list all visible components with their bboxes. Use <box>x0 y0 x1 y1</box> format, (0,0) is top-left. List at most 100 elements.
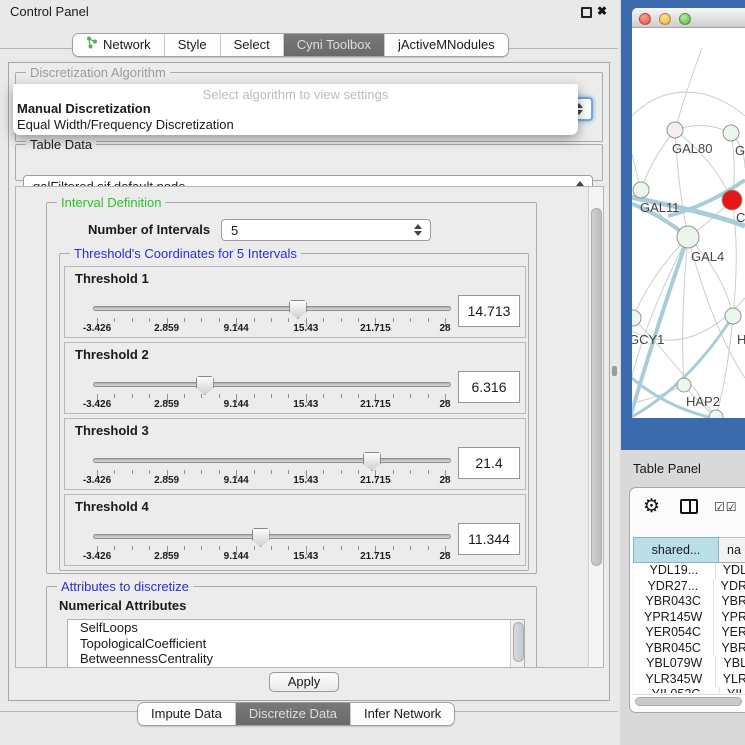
list-scrollbar-thumb[interactable] <box>513 622 524 662</box>
table-row[interactable]: YPR145WYPR1 <box>633 610 745 626</box>
attribute-list-item[interactable]: SelfLoops <box>68 620 524 636</box>
node-right-mid[interactable] <box>725 308 741 324</box>
network-canvas[interactable]: GAL80GACGAL11GAL4GCY1HHAP2 <box>632 28 745 418</box>
tick-mark <box>184 470 185 474</box>
table-row[interactable]: YLR345WYLR3 <box>633 672 745 688</box>
close-icon[interactable]: ✖ <box>597 4 607 18</box>
threshold-value-field[interactable]: 6.316 <box>458 371 520 403</box>
horizontal-scrollbar-thumb[interactable] <box>635 697 742 706</box>
table-cell[interactable]: YLR345W <box>633 672 715 688</box>
tab-network[interactable]: Network <box>73 34 164 56</box>
control-panel: Control Panel ✖ Network Style Select Cyn… <box>0 0 620 745</box>
zoom-traffic-light-icon[interactable] <box>679 13 691 25</box>
checkbox-columns-icon[interactable]: ☑☑ <box>714 500 738 514</box>
tick-mark <box>428 318 429 322</box>
control-panel-titlebar: Control Panel ✖ <box>0 0 620 24</box>
table-row[interactable]: YBL079WYBL0 <box>633 656 745 672</box>
table-cell[interactable]: YBL0 <box>715 656 745 672</box>
threshold-value-field[interactable]: 21.4 <box>458 447 520 479</box>
slider: -3.4262.8599.14415.4321.71528 <box>97 267 445 337</box>
tick-mark <box>358 546 359 550</box>
tick-mark <box>254 318 255 322</box>
number-of-intervals-combobox[interactable]: 5 <box>221 219 431 241</box>
slider-tick-labels: -3.4262.8599.14415.4321.71528 <box>97 323 445 336</box>
table-cell[interactable]: YLR3 <box>715 672 745 688</box>
split-divider-handle[interactable] <box>612 366 617 376</box>
table-row[interactable]: YBR043CYBR0 <box>633 594 745 610</box>
table-cell[interactable]: YDR27... <box>633 579 713 595</box>
node-gcy1[interactable] <box>632 310 641 326</box>
tick-mark <box>393 470 394 474</box>
settings-scrollbar[interactable] <box>588 187 603 667</box>
table-cell[interactable]: YBR0 <box>713 641 745 657</box>
table-panel-title: Table Panel <box>633 461 701 476</box>
tab-jactivemnodules[interactable]: jActiveMNodules <box>384 34 508 56</box>
slider-thumb[interactable] <box>363 452 381 471</box>
dropdown-option-manual-discretization[interactable]: Manual Discretization <box>15 101 151 116</box>
gear-icon[interactable]: ⚙ <box>643 495 660 518</box>
slider-tick-labels: -3.4262.8599.14415.4321.71528 <box>97 475 445 488</box>
slider-thumb[interactable] <box>252 528 270 547</box>
close-traffic-light-icon[interactable] <box>639 13 651 25</box>
network-icon <box>86 34 98 56</box>
table-cell[interactable]: YDL1 <box>715 563 745 579</box>
table-cell[interactable]: YDR2 <box>713 579 745 595</box>
attribute-list-item[interactable]: TopologicalCoefficient <box>68 636 524 652</box>
horizontal-scrollbar[interactable] <box>633 694 745 708</box>
tick-label: 2.859 <box>154 399 179 410</box>
attribute-list-item[interactable]: BetweennessCentrality <box>68 651 524 667</box>
tab-label: Select <box>234 34 270 56</box>
network-window-titlebar[interactable] <box>632 8 745 28</box>
settings-scrollbar-thumb[interactable] <box>591 208 602 566</box>
tab-cyni-toolbox[interactable]: Cyni Toolbox <box>283 34 384 56</box>
node-red[interactable] <box>722 190 742 210</box>
slider-thumb[interactable] <box>289 300 307 319</box>
table-cell[interactable]: YBL079W <box>633 656 715 672</box>
minimize-traffic-light-icon[interactable] <box>659 13 671 25</box>
table-cell[interactable]: YPR1 <box>713 610 745 626</box>
tick-mark <box>323 470 324 474</box>
column-header-shared-name[interactable]: shared... <box>633 537 719 563</box>
table-cell[interactable]: YER0 <box>713 625 745 641</box>
table-cell[interactable]: YDL19... <box>633 563 715 579</box>
threshold-value-field[interactable]: 11.344 <box>458 523 520 555</box>
table-row[interactable]: YER054CYER0 <box>633 625 745 641</box>
table-cell[interactable]: YBR0 <box>713 594 745 610</box>
table-row[interactable]: YIL052CYIL0 <box>633 687 745 693</box>
table-row[interactable]: YBR045CYBR0 <box>633 641 745 657</box>
tick-label: -3.426 <box>83 323 111 334</box>
tab-discretize-data[interactable]: Discretize Data <box>235 703 350 725</box>
table-cell[interactable]: YBR043C <box>633 594 713 610</box>
tick-label: 2.859 <box>154 551 179 562</box>
tick-mark <box>149 318 150 322</box>
slider-thumb[interactable] <box>196 376 214 395</box>
tick-label: 2.859 <box>154 323 179 334</box>
table-cell[interactable]: YPR145W <box>633 610 713 626</box>
table-row[interactable]: YDL19...YDL1 <box>633 563 745 579</box>
tick-label: -3.426 <box>83 475 111 486</box>
node-hap2[interactable] <box>677 378 691 392</box>
apply-button[interactable]: Apply <box>269 672 339 692</box>
threshold-value-field[interactable]: 14.713 <box>458 295 520 327</box>
node-gal11[interactable] <box>633 182 649 198</box>
column-header-name[interactable]: na <box>719 537 745 563</box>
list-scrollbar[interactable] <box>510 620 524 668</box>
float-window-icon[interactable] <box>581 7 592 18</box>
dropdown-option-equal-width-frequency[interactable]: Equal Width/Frequency Discretization <box>15 117 234 132</box>
tick-mark <box>323 394 324 398</box>
tab-impute-data[interactable]: Impute Data <box>138 703 235 725</box>
table-cell[interactable]: YIL052C <box>633 687 719 693</box>
tab-select[interactable]: Select <box>220 34 283 56</box>
node-gal4[interactable] <box>677 226 699 248</box>
table-cell[interactable]: YBR045C <box>633 641 713 657</box>
node-top-right[interactable] <box>723 125 739 141</box>
table-cell[interactable]: YER054C <box>633 625 713 641</box>
tab-style[interactable]: Style <box>164 34 220 56</box>
tick-mark <box>219 470 220 474</box>
split-columns-icon[interactable] <box>680 499 698 514</box>
table-row[interactable]: YDR27...YDR2 <box>633 579 745 595</box>
table-cell[interactable]: YIL0 <box>719 687 745 693</box>
node-gal80[interactable] <box>667 122 683 138</box>
tab-infer-network[interactable]: Infer Network <box>350 703 454 725</box>
group-title: Attributes to discretize <box>57 579 193 594</box>
